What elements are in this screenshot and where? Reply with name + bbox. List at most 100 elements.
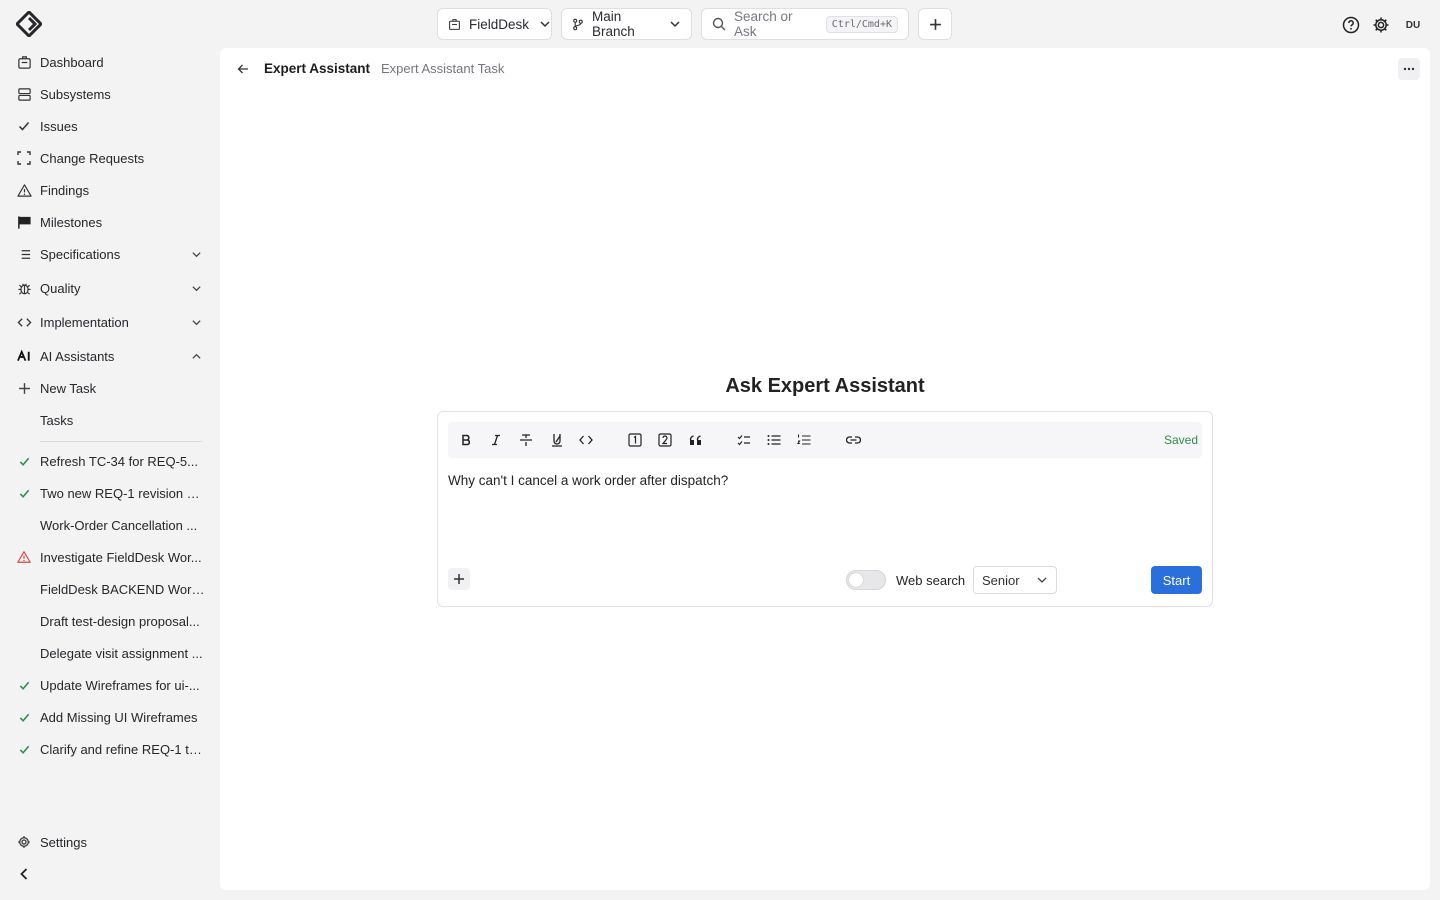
chevron-down-icon[interactable] (188, 280, 204, 296)
app-logo[interactable] (16, 11, 42, 37)
sidebar-item-findings[interactable]: Findings (16, 176, 206, 204)
collapse-sidebar-button[interactable] (16, 860, 206, 888)
chevron-down-icon[interactable] (188, 314, 204, 330)
plus-icon (453, 573, 465, 585)
check-icon (16, 677, 32, 693)
project-name: FieldDesk (469, 16, 530, 32)
help-icon[interactable] (1342, 16, 1360, 34)
avatar[interactable]: DU (1402, 14, 1424, 36)
more-options-button[interactable] (1398, 58, 1420, 80)
ai-icon (16, 348, 32, 364)
task-item[interactable]: Clarify and refine REQ-1 te... (16, 735, 206, 763)
add-button[interactable] (918, 8, 952, 40)
warning-icon (16, 549, 32, 565)
gear-icon (16, 834, 32, 850)
check-icon (16, 118, 32, 134)
web-search-toggle[interactable] (846, 570, 886, 590)
frame-icon (16, 150, 32, 166)
task-item[interactable]: Add Missing UI Wireframes (16, 703, 206, 731)
task-item[interactable]: Draft test-design proposal... (16, 607, 206, 635)
task-item[interactable]: Work-Order Cancellation ... (16, 511, 206, 539)
task-item[interactable]: Refresh TC-34 for REQ-5... (16, 447, 206, 475)
chevron-down-icon (1036, 574, 1048, 586)
chevron-down-icon (539, 18, 551, 30)
page-subtitle: Expert Assistant Task (381, 61, 505, 76)
task-item[interactable]: Investigate FieldDesk Wor... (16, 543, 206, 571)
chevron-down-icon[interactable] (188, 246, 204, 262)
bold-icon[interactable] (456, 430, 476, 450)
search-placeholder: Search or Ask (734, 9, 793, 39)
save-status: Saved (1163, 433, 1198, 447)
sidebar-item-specifications[interactable]: Specifications (16, 240, 206, 268)
branch-selector[interactable]: Main Branch (561, 8, 692, 40)
list-icon (16, 246, 32, 262)
sidebar-item-ai-assistants[interactable]: AI Assistants (16, 342, 206, 370)
project-selector[interactable]: FieldDesk (437, 8, 552, 40)
warning-icon (16, 182, 32, 198)
heading-2-icon[interactable] (655, 430, 675, 450)
search-input[interactable]: Search or Ask Ctrl/Cmd+K (701, 8, 909, 40)
chevron-up-icon[interactable] (188, 348, 204, 364)
editor-toolbar: Saved (448, 422, 1202, 458)
sidebar-item-issues[interactable]: Issues (16, 112, 206, 140)
check-icon (16, 485, 32, 501)
code-icon[interactable] (576, 430, 596, 450)
prompt-editor: Saved Why can't I cancel a work order af… (437, 411, 1213, 607)
chevron-down-icon (669, 18, 681, 30)
arrow-left-icon (237, 63, 249, 75)
level-value: Senior (982, 572, 1020, 588)
building-icon (16, 54, 32, 70)
sidebar-item-new-task[interactable]: New Task (16, 374, 206, 402)
server-icon (16, 86, 32, 102)
strikethrough-icon[interactable] (516, 430, 536, 450)
sidebar-item-tasks[interactable]: Tasks (16, 406, 206, 434)
check-icon (16, 453, 32, 469)
flag-icon (16, 214, 32, 230)
task-item[interactable]: Delegate visit assignment ... (16, 639, 206, 667)
check-icon (16, 741, 32, 757)
prompt-text[interactable]: Why can't I cancel a work order after di… (448, 473, 728, 488)
level-select[interactable]: Senior (973, 566, 1057, 594)
sidebar-item-change-requests[interactable]: Change Requests (16, 144, 206, 172)
sidebar-item-implementation[interactable]: Implementation (16, 308, 206, 336)
bullet-list-icon[interactable] (764, 430, 784, 450)
task-item[interactable]: Two new REQ-1 revision 2 ... (16, 479, 206, 507)
chevron-left-icon (16, 866, 32, 882)
toggle-knob (849, 573, 863, 587)
back-button[interactable] (234, 60, 252, 78)
search-icon (712, 17, 726, 31)
gear-icon[interactable] (1372, 16, 1390, 34)
building-icon (448, 18, 461, 31)
task-item[interactable]: Update Wireframes for ui-... (16, 671, 206, 699)
sidebar-item-subsystems[interactable]: Subsystems (16, 80, 206, 108)
bug-icon (16, 280, 32, 296)
more-icon (1403, 67, 1415, 71)
sidebar-item-settings[interactable]: Settings (16, 828, 206, 856)
main-panel: Expert Assistant Expert Assistant Task A… (220, 48, 1430, 890)
italic-icon[interactable] (486, 430, 506, 450)
numbered-list-icon[interactable] (794, 430, 814, 450)
sidebar-item-dashboard[interactable]: Dashboard (16, 48, 206, 76)
web-search-label: Web search (896, 573, 966, 588)
quote-icon[interactable] (685, 430, 705, 450)
search-shortcut: Ctrl/Cmd+K (825, 15, 898, 33)
ask-heading: Ask Expert Assistant (725, 375, 925, 397)
highlight-icon[interactable] (547, 430, 567, 450)
link-icon[interactable] (843, 430, 863, 450)
sidebar-item-quality[interactable]: Quality (16, 274, 206, 302)
branch-name: Main Branch (592, 9, 635, 39)
task-item[interactable]: FieldDesk BACKEND Work... (16, 575, 206, 603)
sidebar-divider (40, 441, 202, 442)
branch-icon (572, 18, 584, 31)
start-button[interactable]: Start (1151, 566, 1202, 594)
sidebar: Dashboard Subsystems Issues Change Reque… (0, 46, 218, 900)
check-icon (16, 709, 32, 725)
checklist-icon[interactable] (734, 430, 754, 450)
code-icon (16, 314, 32, 330)
heading-1-icon[interactable] (625, 430, 645, 450)
sidebar-item-milestones[interactable]: Milestones (16, 208, 206, 236)
plus-icon (929, 18, 942, 31)
plus-icon (16, 380, 32, 396)
page-title: Expert Assistant (264, 61, 371, 76)
attach-button[interactable] (448, 568, 470, 590)
